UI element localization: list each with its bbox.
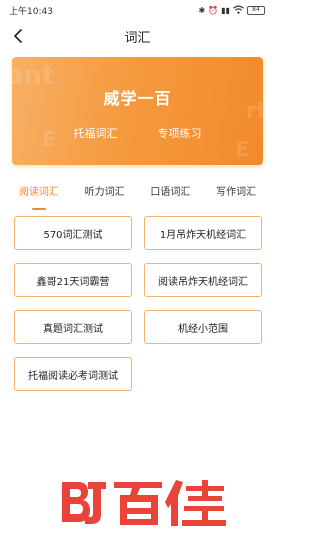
back-icon[interactable]: [8, 26, 28, 46]
banner-title: 威学一百: [103, 89, 172, 108]
bluetooth-icon: ✱: [198, 5, 206, 15]
vocab-button[interactable]: 阅读吊炸天机经词汇: [144, 263, 262, 297]
banner-subtitles: 托福词汇 专项练习: [12, 125, 263, 141]
tab-speaking[interactable]: 口语词汇: [146, 181, 194, 205]
vocab-button[interactable]: 托福阅读必考词测试: [14, 357, 132, 391]
status-icons: ✱ ⏰ ▮▮ 84: [199, 5, 265, 16]
page-title: 词汇: [124, 30, 151, 46]
vocab-button[interactable]: 1月吊炸天机经词汇: [144, 216, 262, 250]
vocab-button[interactable]: 机经小范围: [144, 310, 262, 344]
category-tabs: 阅读词汇 听力词汇 口语词汇 写作词汇: [0, 181, 275, 205]
tab-listening[interactable]: 听力词汇: [81, 181, 129, 205]
nav-bar: 词汇: [0, 22, 275, 50]
tab-reading[interactable]: 阅读词汇: [15, 181, 63, 205]
alarm-icon: ⏰: [208, 5, 219, 15]
signal-icon: ▮▮: [221, 5, 230, 15]
vocab-button[interactable]: 真题词汇测试: [14, 310, 132, 344]
battery-level: 84: [252, 6, 260, 13]
vocab-button[interactable]: 鑫哥21天词霸营: [14, 263, 132, 297]
vocab-button[interactable]: 570词汇测试: [14, 216, 132, 250]
vocab-list: 570词汇测试 1月吊炸天机经词汇 鑫哥21天词霸营 阅读吊炸天机经词汇 真题词…: [14, 216, 262, 391]
banner-left-label: 托福词汇: [73, 127, 118, 140]
brand-logo: [58, 474, 228, 534]
battery-icon: 84: [247, 5, 265, 15]
status-time: 上午10:43: [9, 6, 53, 17]
banner-right-label: 专项练习: [157, 127, 202, 140]
status-bar: 上午10:43 ✱ ⏰ ▮▮ 84: [0, 0, 275, 20]
wifi-icon: [233, 5, 244, 16]
tab-writing[interactable]: 写作词汇: [212, 181, 260, 205]
banner[interactable]: ant rt E E 威学一百 托福词汇 专项练习: [12, 57, 263, 165]
